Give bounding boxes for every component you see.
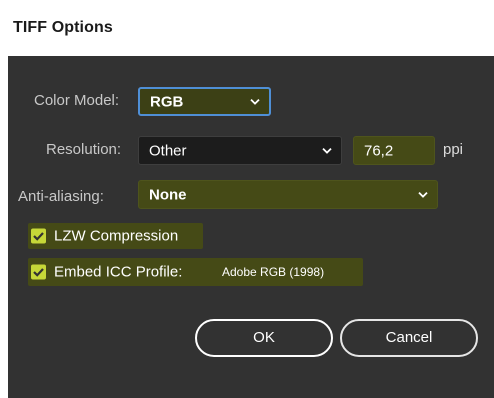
chevron-down-icon	[418, 190, 428, 198]
dialog-title-bar: TIFF Options	[0, 0, 494, 56]
dialog-title: TIFF Options	[13, 19, 113, 36]
embed-icc-profile-label: Embed ICC Profile:	[54, 263, 183, 281]
resolution-ppi-input[interactable]: 76,2	[353, 136, 435, 165]
icc-profile-name: Adobe RGB (1998)	[222, 265, 325, 279]
ppi-unit-label: ppi	[443, 141, 464, 158]
resolution-value: Other	[149, 142, 187, 159]
ok-button[interactable]: OK	[195, 319, 333, 357]
lzw-compression-label: LZW Compression	[54, 227, 179, 245]
resolution-label: Resolution:	[46, 141, 122, 158]
dialog-panel: Color Model: RGB Resolution: Other 76,2 …	[8, 56, 494, 398]
resolution-ppi-value: 76,2	[364, 142, 394, 159]
cancel-button[interactable]: Cancel	[340, 319, 478, 357]
resolution-dropdown[interactable]: Other	[138, 136, 342, 165]
checkmark-icon	[31, 264, 46, 280]
chevron-down-icon	[250, 97, 260, 105]
color-model-value: RGB	[150, 93, 184, 110]
checkmark-icon	[31, 228, 46, 244]
embed-icc-profile-checkbox[interactable]: Embed ICC Profile: Adobe RGB (1998)	[28, 258, 363, 286]
anti-aliasing-value: None	[149, 186, 187, 203]
color-model-label: Color Model:	[34, 92, 120, 109]
lzw-compression-checkbox[interactable]: LZW Compression	[28, 223, 203, 249]
anti-aliasing-label: Anti-aliasing:	[18, 188, 104, 205]
color-model-dropdown[interactable]: RGB	[138, 87, 271, 116]
chevron-down-icon	[322, 146, 332, 154]
anti-aliasing-dropdown[interactable]: None	[138, 180, 438, 209]
